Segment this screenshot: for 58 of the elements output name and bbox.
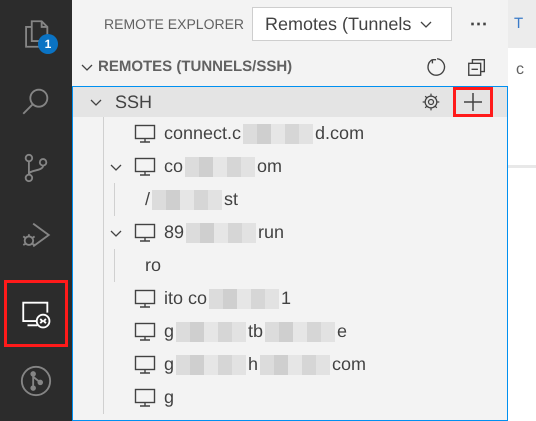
more-actions-button[interactable]: ··· xyxy=(470,10,488,38)
host-name: st xyxy=(224,188,238,211)
group-label: SSH xyxy=(115,90,152,114)
settings-icon[interactable] xyxy=(421,92,441,112)
remotes-dropdown[interactable]: Remotes (Tunnels xyxy=(252,7,452,41)
host-name: / xyxy=(145,188,150,211)
editor-text: c xyxy=(516,61,524,78)
activity-item[interactable]: 1 xyxy=(0,0,72,67)
redaction-mosaic xyxy=(209,288,280,308)
host-name: 1 xyxy=(281,287,292,310)
host-name: run xyxy=(258,221,284,244)
editor-tab[interactable]: T xyxy=(514,12,524,36)
section-title[interactable]: REMOTES (TUNNELS/SSH) xyxy=(98,56,292,78)
host-name: co xyxy=(164,155,184,178)
refresh-icon[interactable] xyxy=(426,56,448,78)
monitor-icon xyxy=(134,322,156,342)
monitor-icon xyxy=(134,388,156,408)
ssh-group-row[interactable]: SSH xyxy=(73,87,507,117)
redaction-mosaic xyxy=(243,124,314,144)
graph-icon xyxy=(19,364,53,398)
redaction-mosaic xyxy=(176,322,246,342)
host-row[interactable]: g h com xyxy=(104,348,507,381)
host-name: g xyxy=(164,320,174,343)
redaction-mosaic xyxy=(152,190,222,210)
monitor-icon xyxy=(134,156,156,176)
host-name: d.com xyxy=(315,122,364,145)
host-name: h xyxy=(248,353,258,376)
monitor-icon xyxy=(134,124,156,144)
monitor-icon xyxy=(134,288,156,308)
host-name: tb xyxy=(248,320,264,343)
host-row[interactable]: ito co 1 xyxy=(104,282,507,315)
add-host-button[interactable] xyxy=(453,87,493,117)
host-name: e xyxy=(337,320,348,343)
host-row[interactable]: 89 run xyxy=(104,216,507,249)
notification-badge: 1 xyxy=(38,34,58,54)
host-name: com xyxy=(332,353,366,376)
plus-icon xyxy=(463,92,483,112)
host-name: om xyxy=(257,155,282,178)
monitor-icon xyxy=(134,222,156,242)
host-row[interactable]: connect.c d.com xyxy=(104,117,507,150)
redaction-mosaic xyxy=(260,354,330,374)
host-row[interactable]: g tb e xyxy=(104,315,507,348)
host-name: connect.c xyxy=(164,122,242,145)
monitor-icon xyxy=(134,354,156,374)
redaction-mosaic xyxy=(185,156,256,176)
collapse-all-icon[interactable] xyxy=(466,56,488,78)
host-name: ito co xyxy=(164,287,208,310)
redaction-mosaic xyxy=(176,354,246,374)
host-row[interactable]: co om xyxy=(104,150,507,183)
host-name: 89 xyxy=(164,221,184,244)
redaction-mosaic xyxy=(265,322,336,342)
activity-item[interactable] xyxy=(4,280,68,347)
host-row[interactable]: g xyxy=(104,381,507,414)
panel-title: REMOTE EXPLORER xyxy=(104,14,244,34)
redaction-mosaic xyxy=(186,222,256,242)
host-name: g xyxy=(164,353,174,376)
host-name: g xyxy=(164,386,174,409)
host-name: ro xyxy=(145,254,162,277)
